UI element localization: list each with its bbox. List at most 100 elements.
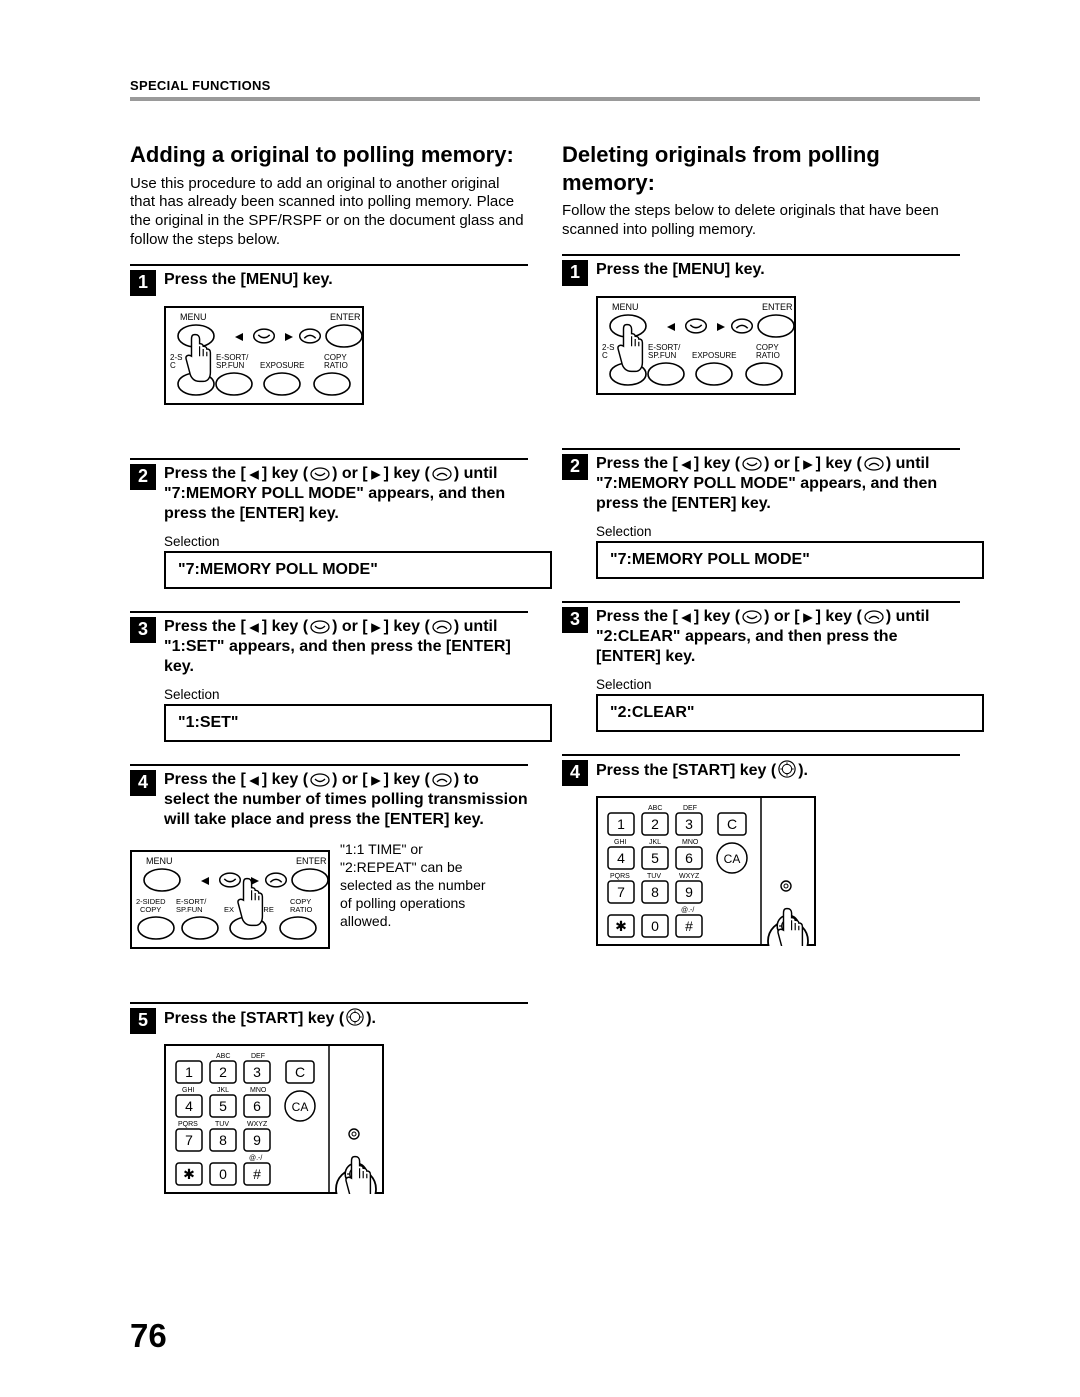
label-abc: ABC <box>216 1053 230 1060</box>
step-title: Press the [] key () or [] key () until "… <box>164 464 528 524</box>
oval-down-icon <box>310 620 330 634</box>
key-5: 5 <box>651 850 659 866</box>
label-pqrs: PQRS <box>610 873 630 880</box>
oval-up-icon <box>432 620 452 634</box>
right-arrow-icon <box>370 469 382 481</box>
lcd-display: "2:CLEAR" <box>596 694 984 732</box>
manual-page: SPECIAL FUNCTIONS Adding a original to p… <box>0 0 1080 1397</box>
key-8: 8 <box>219 1132 227 1148</box>
step-title: Press the [MENU] key. <box>164 270 333 290</box>
selection-label: Selection <box>164 534 528 549</box>
selection-label: Selection <box>164 687 528 702</box>
key-star: ✱ <box>183 1166 195 1182</box>
key-clear-all: CA <box>724 852 741 866</box>
oval-up-icon <box>864 610 884 624</box>
left-arrow-icon <box>680 459 692 471</box>
selection-label: Selection <box>596 677 960 692</box>
label-tuv: TUV <box>647 873 661 880</box>
key-1: 1 <box>185 1064 193 1080</box>
head-rule <box>130 97 980 101</box>
key-hash: # <box>685 918 693 934</box>
label-def: DEF <box>683 805 697 812</box>
label-jkl: JKL <box>649 839 661 846</box>
step-rule <box>130 764 528 766</box>
step-title: Press the [] key () or [] key () until "… <box>596 454 960 514</box>
step-rule <box>130 1002 528 1004</box>
step-title: Press the [] key () or [] key () until "… <box>596 607 960 667</box>
key-star: ✱ <box>615 918 627 934</box>
step-number: 1 <box>130 270 156 296</box>
section-title-left: Adding a original to polling memory: <box>130 141 528 169</box>
oval-down-icon <box>310 773 330 787</box>
label-mno: MNO <box>682 839 699 846</box>
right-column: Deleting originals from polling memory: … <box>562 141 960 1216</box>
lcd-display: "7:MEMORY POLL MODE" <box>596 541 984 579</box>
step-title: Press the [] key () or [] key () until "… <box>164 617 528 677</box>
step-rule <box>562 601 960 603</box>
step-rule <box>562 254 960 256</box>
label-spfun: SP.FUN <box>648 351 677 360</box>
step-1-right: 1 Press the [MENU] key. MENU ENTER 2-S C… <box>562 260 960 426</box>
key-7: 7 <box>617 884 625 900</box>
step-number: 1 <box>562 260 588 286</box>
key-5: 5 <box>219 1098 227 1114</box>
step-rule <box>130 611 528 613</box>
label-ghi: GHI <box>182 1087 195 1094</box>
page-number: 76 <box>130 1317 167 1355</box>
lcd-display: "7:MEMORY POLL MODE" <box>164 551 552 589</box>
step-5-left: 5 Press the [START] key (). ABC DEF GHI … <box>130 1008 528 1194</box>
label-spfun: SP.FUN <box>176 905 203 914</box>
step-title: Press the [START] key (). <box>596 760 808 781</box>
running-head: SPECIAL FUNCTIONS <box>130 78 980 93</box>
step-number: 4 <box>130 770 156 796</box>
step-2-right: 2 Press the [] key () or [] key () until… <box>562 454 960 579</box>
right-arrow-icon <box>370 775 382 787</box>
svg-text:COPY: COPY <box>140 905 161 914</box>
menu-panel-diagram: MENU ENTER 2-SIDED COPY E-SORT/ SP.FUN E… <box>130 850 330 980</box>
key-4: 4 <box>617 850 625 866</box>
label-pqrs: PQRS <box>178 1121 198 1128</box>
label-ratio: RATIO <box>290 905 313 914</box>
left-arrow-icon <box>248 469 260 481</box>
key-9: 9 <box>253 1132 261 1148</box>
label-c: C <box>602 351 608 360</box>
intro-right: Follow the steps below to delete origina… <box>562 202 960 240</box>
label-ex: EX <box>224 905 234 914</box>
label-at: @.-/ <box>249 1155 262 1162</box>
step-rule <box>562 448 960 450</box>
step-number: 3 <box>562 607 588 633</box>
left-arrow-icon <box>248 622 260 634</box>
label-menu: MENU <box>612 302 639 312</box>
label-ratio: RATIO <box>756 351 780 360</box>
right-arrow-icon <box>802 612 814 624</box>
step-number: 4 <box>562 760 588 786</box>
step-rule <box>130 264 528 266</box>
step-3-right: 3 Press the [] key () or [] key () until… <box>562 607 960 732</box>
step-4-right: 4 Press the [START] key (). ABC DEF GHI … <box>562 760 960 946</box>
label-jkl: JKL <box>217 1087 229 1094</box>
label-ghi: GHI <box>614 839 627 846</box>
label-abc: ABC <box>648 805 662 812</box>
label-tuv: TUV <box>215 1121 229 1128</box>
label-c: C <box>170 361 176 370</box>
label-spfun: SP.FUN <box>216 361 245 370</box>
oval-up-icon <box>432 467 452 481</box>
left-arrow-icon <box>680 612 692 624</box>
label-at: @.-/ <box>681 907 694 914</box>
oval-up-icon <box>432 773 452 787</box>
label-def: DEF <box>251 1053 265 1060</box>
key-9: 9 <box>685 884 693 900</box>
selection-label: Selection <box>596 524 960 539</box>
start-key-icon <box>346 1008 364 1026</box>
key-clear-all: CA <box>292 1100 309 1114</box>
right-arrow-icon <box>802 459 814 471</box>
step-title: Press the [] key () or [] key () to sele… <box>164 770 528 830</box>
menu-panel-diagram: MENU ENTER 2-S C ED Y E-SORT/ SP.FUN EXP… <box>164 306 364 436</box>
two-columns: Adding a original to polling memory: Use… <box>130 141 980 1216</box>
label-exposure: EXPOSURE <box>692 351 736 360</box>
step-rule <box>130 458 528 460</box>
key-8: 8 <box>651 884 659 900</box>
key-clear: C <box>727 816 737 832</box>
label-enter: ENTER <box>762 302 793 312</box>
key-0: 0 <box>219 1166 227 1182</box>
